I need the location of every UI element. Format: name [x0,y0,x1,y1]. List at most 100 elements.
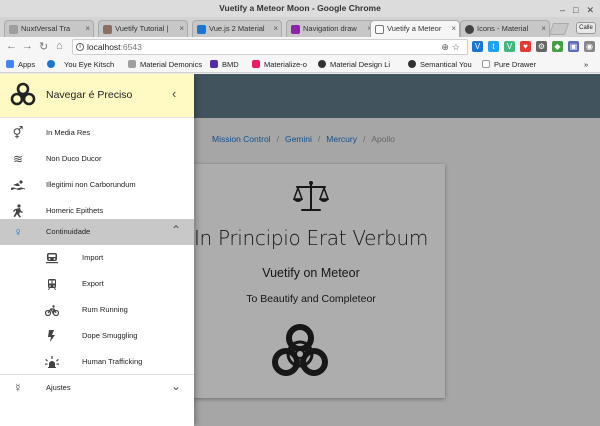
gender-icon: ⚥ [12,126,24,140]
reload-icon[interactable]: ↻ [39,40,48,53]
tab-favicon [465,25,474,34]
tab-vuetify-meteor[interactable]: Vuetify a Meteor × [370,20,460,37]
vue-devtools-icon[interactable]: V [504,41,515,52]
tab-favicon [291,25,300,34]
tab-strip: NuxtVersal Tra × Vuetify Tutorial | × Vu… [0,17,600,37]
drawer-title: Navegar é Preciso [46,89,133,101]
bookmark-refresh[interactable] [47,58,59,72]
bookmark-apps[interactable]: Apps [6,58,35,72]
drawer-subitem-export[interactable]: Export [0,271,194,297]
drawer-subitem-rum-running[interactable]: Rum Running [0,297,194,323]
bookmark-materialize[interactable]: Materialize-o [252,58,307,72]
bookmark-semantical-you[interactable]: Semantical You [408,58,472,72]
drawer-subitem-dope-smuggling[interactable]: Dope Smuggling [0,323,194,349]
run-glyph [13,204,23,218]
bookmark-label: You Eye Kitsch [64,60,115,69]
tab-label: Icons - Material [477,24,529,33]
profile-button[interactable]: Calle [576,22,596,34]
drawer-header: Navegar é Preciso ‹ [0,74,194,118]
tab-vuetify-tutorial[interactable]: Vuetify Tutorial | × [98,20,188,37]
vuetify-extension-icon[interactable]: V [472,41,483,52]
chevron-left-icon[interactable]: ‹ [172,86,176,101]
drawer-subitem-label: Dope Smuggling [82,331,138,340]
address-port: :6543 [120,42,142,52]
drawer-item-in-media-res[interactable]: ⚥ In Media Res [0,120,194,146]
drawer-subitem-import[interactable]: Import [0,245,194,271]
bookmark-label: Materialize-o [264,60,307,69]
zoom-icon[interactable]: ⊕ [441,42,452,52]
tram-glyph [48,279,56,290]
heart-extension-icon[interactable]: ♥ [520,41,531,52]
close-tab-icon[interactable]: × [541,21,546,36]
drawer-subitem-label: Rum Running [82,305,128,314]
female-icon: ♀ [13,225,23,239]
close-tab-icon[interactable]: × [273,21,278,36]
drawer-group-ajustes[interactable]: ☿ Ajustes ⌄ [0,375,194,401]
mercury-icon: ☿ [13,381,23,395]
navigation-drawer: Navegar é Preciso ‹ ⚥ In Media Res ≋ Non… [0,74,194,426]
bookmark-label: BMD [222,60,239,69]
close-tab-icon[interactable]: × [179,21,184,36]
home-icon[interactable]: ⌂ [56,40,63,52]
bookmark-pure-drawer[interactable]: Pure Drawer [482,58,536,72]
flash-glyph [48,330,55,342]
drawer-group-continuidade[interactable]: ♀ Continuidade ⌃ [0,219,194,245]
chevron-up-icon[interactable]: ⌃ [171,223,181,237]
tab-nuxtversal[interactable]: NuxtVersal Tra × [4,20,94,37]
tab-navigation-drawer[interactable]: Navigation draw × [286,20,376,37]
bookmark-label: Material Design Li [330,60,391,69]
drawer-item-illegitimi[interactable]: Illegitimi non Carborundum [0,172,194,198]
site-info-icon[interactable]: i [76,43,84,51]
tram-icon [44,276,60,292]
bookmark-star-icon[interactable]: ☆ [452,42,463,52]
bookmark-material-design-lite[interactable]: Material Design Li [318,58,390,72]
tab-favicon [375,25,384,34]
page-icon [482,60,490,68]
github-icon [318,60,326,68]
address-host: localhost [87,42,121,52]
back-arrow-icon[interactable]: ← [6,40,17,52]
tab-icons-material[interactable]: Icons - Material × [460,20,550,37]
tab-favicon [9,25,18,34]
forward-arrow-icon[interactable]: → [22,40,33,52]
tab-label: Vuetify a Meteor [387,24,442,33]
tab-favicon [197,25,206,34]
tab-label: Vuetify Tutorial | [115,24,169,33]
flash-icon [44,328,60,344]
drawer-item-label: Illegitimi non Carborundum [46,180,136,189]
more-bookmarks-icon[interactable]: » [584,58,588,72]
twitter-extension-icon[interactable]: t [488,41,499,52]
bike-glyph [45,304,59,316]
drawer-subitem-human-trafficking[interactable]: Human Trafficking [0,349,194,375]
blue-extension-icon[interactable]: ▣ [568,41,579,52]
close-tab-icon[interactable]: × [85,21,90,36]
drawer-subitem-label: Human Trafficking [82,357,143,366]
bookmark-label: Pure Drawer [494,60,537,69]
green-extension-icon[interactable]: ◆ [552,41,563,52]
github-icon [408,60,416,68]
run-icon [10,203,26,219]
biohazard-logo-icon [10,82,36,106]
bookmark-material-demonics[interactable]: Material Demonics [128,58,202,72]
bookmark-bmd[interactable]: BMD [210,58,239,72]
new-tab-button[interactable] [548,23,570,35]
tab-vuejs-material[interactable]: Vue.js 2 Material × [192,20,282,37]
apps-grid-icon [6,60,14,68]
drawer-item-label: Homeric Epithets [46,206,104,215]
alarm-light-glyph [45,356,59,368]
waves-icon: ≋ [12,152,24,166]
drawer-group-label: Continuidade [46,227,91,236]
bookmark-you-eye-kitsch[interactable]: You Eye Kitsch [64,58,114,72]
swim-glyph [11,180,25,190]
drawer-item-label: Non Duco Ducor [46,154,102,163]
address-bar[interactable]: i localhost:6543 ⊕☆ [72,39,468,55]
chevron-down-icon[interactable]: ⌄ [171,379,181,393]
train-glyph [46,253,58,264]
omnibox-actions: ⊕☆ [441,40,463,54]
drawer-group-label: Ajustes [46,383,71,392]
screenshot-extension-icon[interactable]: ◉ [584,41,595,52]
drawer-item-non-duco-ducor[interactable]: ≋ Non Duco Ducor [0,146,194,172]
gear-extension-icon[interactable]: ⚙ [536,41,547,52]
close-tab-icon[interactable]: × [451,21,456,36]
materialize-icon [252,60,260,68]
